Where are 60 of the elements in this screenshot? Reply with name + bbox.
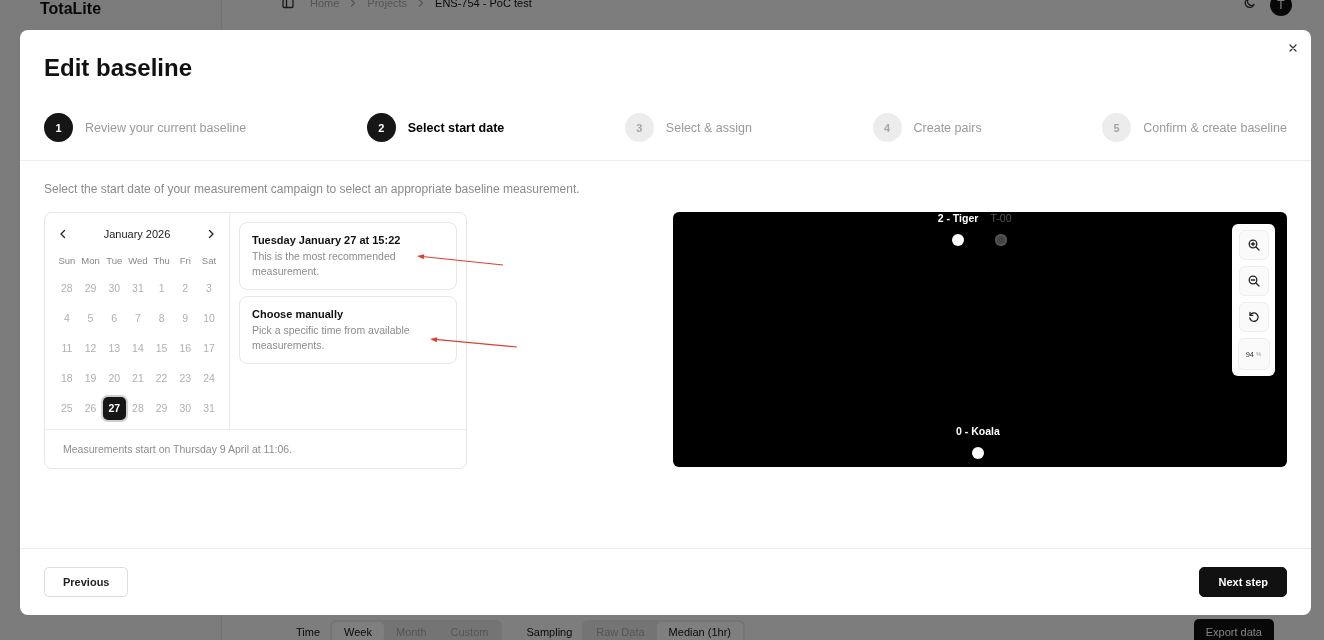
description-text: Select the start date of your measurement campaign to select an appropriate baseline measurement. <box>44 181 581 197</box>
step-number: 1 <box>44 113 73 142</box>
calendar-day[interactable]: 27 <box>102 396 126 420</box>
step-label[interactable]: Review your current baseline <box>85 120 247 135</box>
filter-label: Sampling <box>526 626 573 638</box>
sidebar-toggle-icon[interactable] <box>282 0 294 9</box>
zoom-out-icon <box>1247 275 1260 287</box>
reset-button[interactable] <box>1238 302 1269 332</box>
step-label[interactable]: Select start date <box>407 120 505 135</box>
node-label: T-00 <box>990 212 1012 224</box>
option-card[interactable]: Choose manually Pick a specific time from available measurements. <box>239 296 457 364</box>
moon-icon <box>1244 0 1256 9</box>
option-description: This is the most recommended measurement. <box>252 249 397 279</box>
modal-title: Edit baseline <box>44 54 194 82</box>
breadcrumb-link[interactable]: ENS-754 - PoC test <box>435 0 532 9</box>
next-month-button[interactable] <box>207 228 215 239</box>
chevron-right-icon <box>207 228 215 239</box>
weekday-label: Fri <box>178 254 192 268</box>
export-button[interactable]: Export data <box>1193 619 1274 640</box>
option-title: Choose manually <box>252 308 345 320</box>
segment-tab[interactable]: Week <box>332 622 384 640</box>
month-label: January 2026 <box>103 227 171 240</box>
step-label[interactable]: Select & assign <box>665 120 752 135</box>
chevron-right-icon <box>417 0 426 8</box>
user-avatar[interactable]: T <box>1270 0 1292 16</box>
step-number: 2 <box>366 113 396 142</box>
segment-tab[interactable]: Median (1hr) <box>656 622 743 640</box>
option-card[interactable]: Tuesday January 27 at 15:22 This is the most recommended measurement. <box>239 222 457 290</box>
previous-month-button[interactable] <box>59 228 67 239</box>
step-label[interactable]: Create pairs <box>913 120 982 135</box>
reset-icon <box>1247 311 1260 323</box>
weekday-label: Thu <box>152 254 171 268</box>
close-icon <box>1288 43 1298 53</box>
close-button[interactable] <box>1288 43 1298 53</box>
weekday-label: Sat <box>200 254 218 268</box>
node-dot[interactable] <box>972 447 984 459</box>
chevron-left-icon <box>59 228 67 239</box>
step-label[interactable]: Confirm & create baseline <box>1143 120 1287 135</box>
next-step-button[interactable]: Next step <box>1199 567 1287 597</box>
option-description: Pick a specific time from available measurements. <box>252 323 411 353</box>
step-number: 4 <box>872 113 902 142</box>
weekday-label: Mon <box>80 254 101 268</box>
node-dot[interactable] <box>995 234 1007 246</box>
zoom-in-button[interactable] <box>1238 230 1269 260</box>
card-footer-note: Measurements start on Thursday 9 April at 11:06. <box>62 442 293 457</box>
node-label: 0 - Koala <box>956 425 1000 437</box>
zoom-in-icon <box>1247 239 1260 251</box>
step-number: 3 <box>624 113 654 142</box>
app-logo: TotaLite <box>40 0 103 18</box>
node-dot[interactable] <box>952 234 964 246</box>
step-number: 5 <box>1102 113 1132 142</box>
option-title: Tuesday January 27 at 15:22 <box>252 234 402 246</box>
chevron-right-icon <box>349 0 358 8</box>
zoom-out-button[interactable] <box>1238 266 1269 296</box>
weekday-label: Sun <box>57 254 77 268</box>
weekday-label: Wed <box>127 254 149 268</box>
previous-button[interactable]: Previous <box>44 567 129 597</box>
filter-label: Time <box>296 626 321 638</box>
weekday-label: Tue <box>105 254 124 268</box>
node-label: 2 - Tiger <box>937 212 979 224</box>
